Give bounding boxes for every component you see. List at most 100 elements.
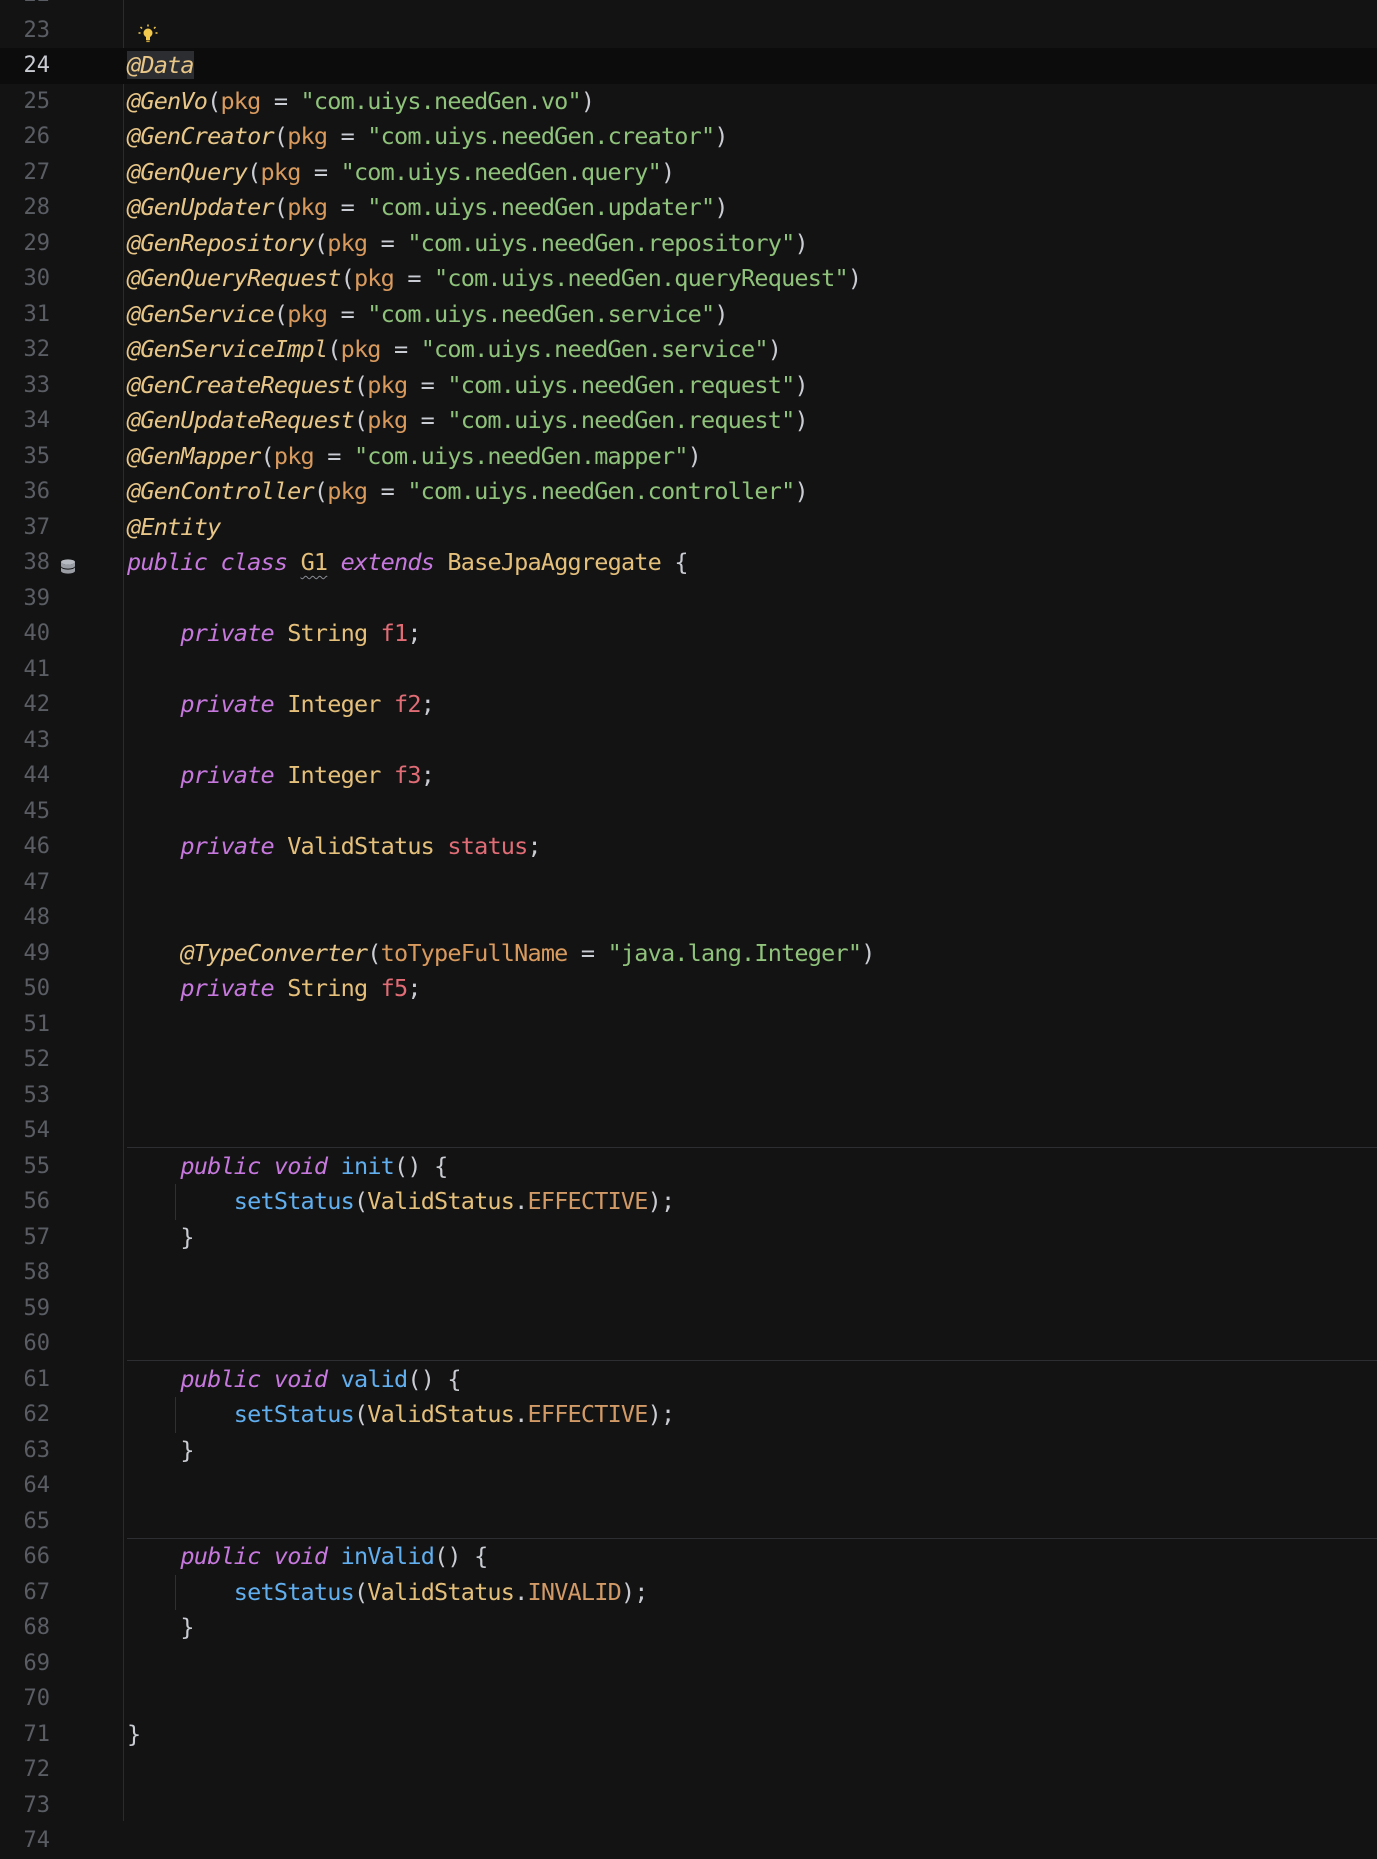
- code-line[interactable]: 64: [0, 1468, 1377, 1504]
- line-number[interactable]: 46: [0, 829, 51, 865]
- line-number[interactable]: 50: [0, 971, 51, 1007]
- code-text[interactable]: private String f1;: [127, 616, 1377, 652]
- line-number[interactable]: 29: [0, 226, 51, 262]
- line-number[interactable]: 45: [0, 794, 51, 830]
- code-line[interactable]: 62 setStatus(ValidStatus.EFFECTIVE);: [0, 1397, 1377, 1433]
- code-line[interactable]: 61 public void valid() {: [0, 1362, 1377, 1398]
- code-line[interactable]: 42 private Integer f2;: [0, 687, 1377, 723]
- line-number[interactable]: 51: [0, 1007, 51, 1043]
- code-text[interactable]: @GenCreator(pkg = "com.uiys.needGen.crea…: [127, 119, 1377, 155]
- code-line[interactable]: 73: [0, 1788, 1377, 1824]
- line-number[interactable]: 31: [0, 297, 51, 333]
- code-line[interactable]: 23: [0, 13, 1377, 49]
- code-text[interactable]: public class G1 extends BaseJpaAggregate…: [127, 545, 1377, 581]
- code-line[interactable]: 74: [0, 1823, 1377, 1859]
- code-line[interactable]: 25 @GenVo(pkg = "com.uiys.needGen.vo"): [0, 84, 1377, 120]
- code-line[interactable]: 22: [0, 0, 1377, 13]
- code-line[interactable]: 50 private String f5;: [0, 971, 1377, 1007]
- code-line[interactable]: 66 public void inValid() {: [0, 1539, 1377, 1575]
- line-number[interactable]: 42: [0, 687, 51, 723]
- code-text[interactable]: [127, 13, 1377, 49]
- line-number[interactable]: 39: [0, 581, 51, 617]
- code-line[interactable]: 40 private String f1;: [0, 616, 1377, 652]
- code-text[interactable]: @Data: [127, 48, 1377, 84]
- line-number[interactable]: 33: [0, 368, 51, 404]
- code-line[interactable]: 33 @GenCreateRequest(pkg = "com.uiys.need…: [0, 368, 1377, 404]
- line-number[interactable]: 24: [0, 48, 51, 84]
- code-line[interactable]: 32 @GenServiceImpl(pkg = "com.uiys.needGe…: [0, 332, 1377, 368]
- code-line[interactable]: 28 @GenUpdater(pkg = "com.uiys.needGen.up…: [0, 190, 1377, 226]
- line-number[interactable]: 40: [0, 616, 51, 652]
- line-number[interactable]: 70: [0, 1681, 51, 1717]
- line-number[interactable]: 22: [0, 0, 51, 13]
- line-number[interactable]: 62: [0, 1397, 51, 1433]
- code-text[interactable]: [127, 1468, 1377, 1504]
- code-text[interactable]: setStatus(ValidStatus.INVALID);: [127, 1575, 1377, 1611]
- code-text[interactable]: [127, 900, 1377, 936]
- code-text[interactable]: [127, 1823, 1377, 1859]
- code-line[interactable]: 30 @GenQueryRequest(pkg = "com.uiys.needG…: [0, 261, 1377, 297]
- code-text[interactable]: [127, 1078, 1377, 1114]
- code-text[interactable]: [127, 652, 1377, 688]
- code-text[interactable]: [127, 1504, 1377, 1540]
- code-text[interactable]: [127, 1255, 1377, 1291]
- line-number[interactable]: 27: [0, 155, 51, 191]
- code-line[interactable]: 71}: [0, 1717, 1377, 1753]
- line-number[interactable]: 64: [0, 1468, 51, 1504]
- code-line[interactable]: 44 private Integer f3;: [0, 758, 1377, 794]
- line-number[interactable]: 61: [0, 1362, 51, 1398]
- code-line[interactable]: 38 public class G1 extends BaseJpaAggrega…: [0, 545, 1377, 581]
- code-text[interactable]: @GenService(pkg = "com.uiys.needGen.serv…: [127, 297, 1377, 333]
- line-number[interactable]: 47: [0, 865, 51, 901]
- line-number[interactable]: 37: [0, 510, 51, 546]
- code-text[interactable]: [127, 794, 1377, 830]
- code-text[interactable]: [127, 1646, 1377, 1682]
- code-text[interactable]: @GenUpdater(pkg = "com.uiys.needGen.upda…: [127, 190, 1377, 226]
- code-line[interactable]: 57 }: [0, 1220, 1377, 1256]
- code-line[interactable]: 63 }: [0, 1433, 1377, 1469]
- code-text[interactable]: [127, 723, 1377, 759]
- code-text[interactable]: @GenQuery(pkg = "com.uiys.needGen.query"…: [127, 155, 1377, 191]
- code-line[interactable]: 65: [0, 1504, 1377, 1540]
- line-number[interactable]: 63: [0, 1433, 51, 1469]
- line-number[interactable]: 58: [0, 1255, 51, 1291]
- code-text[interactable]: [127, 1752, 1377, 1788]
- code-text[interactable]: setStatus(ValidStatus.EFFECTIVE);: [127, 1184, 1377, 1220]
- code-line[interactable]: 67 setStatus(ValidStatus.INVALID);: [0, 1574, 1377, 1611]
- code-text[interactable]: @TypeConverter(toTypeFullName = "java.la…: [127, 936, 1377, 972]
- code-line[interactable]: 34 @GenUpdateRequest(pkg = "com.uiys.need…: [0, 403, 1377, 439]
- code-text[interactable]: [127, 0, 1377, 13]
- code-text[interactable]: [127, 1007, 1377, 1043]
- line-number[interactable]: 26: [0, 119, 51, 155]
- code-line[interactable]: 37 @Entity: [0, 510, 1377, 546]
- code-text[interactable]: [127, 1291, 1377, 1327]
- line-number[interactable]: 72: [0, 1752, 51, 1788]
- line-number[interactable]: 48: [0, 900, 51, 936]
- line-number[interactable]: 55: [0, 1149, 51, 1185]
- code-text[interactable]: [127, 1042, 1377, 1078]
- code-line[interactable]: 45: [0, 794, 1377, 830]
- code-text[interactable]: @GenMapper(pkg = "com.uiys.needGen.mappe…: [127, 439, 1377, 475]
- code-line[interactable]: 55 public void init() {: [0, 1149, 1377, 1185]
- code-text[interactable]: }: [127, 1433, 1377, 1469]
- line-number[interactable]: 34: [0, 403, 51, 439]
- code-line[interactable]: 47: [0, 865, 1377, 901]
- code-text[interactable]: public void init() {: [127, 1149, 1377, 1185]
- line-number[interactable]: 60: [0, 1326, 51, 1362]
- code-text[interactable]: }: [127, 1717, 1377, 1753]
- code-text[interactable]: @GenVo(pkg = "com.uiys.needGen.vo"): [127, 84, 1377, 120]
- line-number[interactable]: 68: [0, 1610, 51, 1646]
- code-text[interactable]: private ValidStatus status;: [127, 829, 1377, 865]
- code-text[interactable]: [127, 1788, 1377, 1824]
- line-number[interactable]: 28: [0, 190, 51, 226]
- line-number[interactable]: 66: [0, 1539, 51, 1575]
- code-line[interactable]: 56 setStatus(ValidStatus.EFFECTIVE);: [0, 1184, 1377, 1220]
- line-number[interactable]: 25: [0, 84, 51, 120]
- code-text[interactable]: public void inValid() {: [127, 1539, 1377, 1575]
- line-number[interactable]: 36: [0, 474, 51, 510]
- code-text[interactable]: @GenServiceImpl(pkg = "com.uiys.needGen.…: [127, 332, 1377, 368]
- code-text[interactable]: private String f5;: [127, 971, 1377, 1007]
- code-line[interactable]: 29 @GenRepository(pkg = "com.uiys.needGen…: [0, 226, 1377, 262]
- line-number[interactable]: 71: [0, 1717, 51, 1753]
- code-line[interactable]: 58: [0, 1255, 1377, 1291]
